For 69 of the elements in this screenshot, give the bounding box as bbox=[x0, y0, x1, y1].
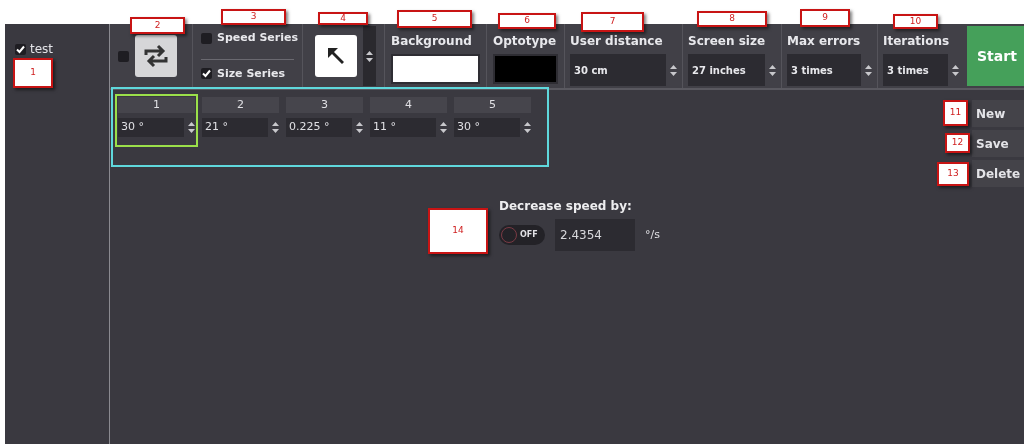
setting-label: User distance bbox=[570, 33, 664, 50]
angle-field[interactable]: 30 ° bbox=[118, 118, 184, 137]
checkbox[interactable] bbox=[118, 50, 129, 62]
series-label[interactable]: Speed Series bbox=[217, 30, 298, 47]
angle-field[interactable]: 11 ° bbox=[370, 118, 436, 137]
unit-label: °/s bbox=[645, 226, 660, 243]
action-button[interactable]: Save bbox=[972, 130, 1024, 157]
angle-field[interactable]: 30 ° bbox=[454, 118, 520, 137]
callout-label: 9 bbox=[800, 9, 850, 27]
column-header: 1 bbox=[118, 97, 195, 113]
spinner-arrows-icon[interactable] bbox=[524, 122, 531, 133]
callout-label: 11 bbox=[943, 100, 968, 126]
series-column[interactable]: 1 30 ° bbox=[115, 94, 198, 147]
callout-label: 4 bbox=[318, 12, 368, 25]
spinner-arrows-icon[interactable] bbox=[670, 64, 677, 76]
value-field[interactable]: 30 cm bbox=[570, 54, 666, 86]
spinner-arrows-icon[interactable] bbox=[366, 50, 373, 62]
callout-label: 12 bbox=[945, 133, 970, 153]
spinner-arrows-icon[interactable] bbox=[769, 64, 776, 76]
callout-label: 1 bbox=[13, 58, 53, 88]
checkbox[interactable] bbox=[201, 68, 212, 80]
angle-field[interactable]: 0.225 ° bbox=[286, 118, 352, 137]
setting-label: Max errors bbox=[787, 33, 862, 50]
repeat-icon bbox=[142, 43, 170, 69]
setting-label: Optotype bbox=[493, 33, 558, 50]
column-header: 4 bbox=[370, 97, 447, 113]
series-column[interactable]: 5 30 ° bbox=[451, 94, 534, 147]
callout-label: 2 bbox=[130, 17, 185, 34]
column-header: 5 bbox=[454, 97, 531, 113]
toggle-switch[interactable]: OFF bbox=[499, 225, 545, 245]
spinner-arrows-icon[interactable] bbox=[356, 122, 363, 133]
value-field[interactable]: 3 times bbox=[787, 54, 861, 86]
color-swatch[interactable] bbox=[493, 54, 558, 84]
spinner-arrows-icon[interactable] bbox=[272, 122, 279, 133]
column-header: 2 bbox=[202, 97, 279, 113]
callout-label: 7 bbox=[581, 12, 644, 32]
repeat-button[interactable] bbox=[135, 35, 177, 77]
setting-label: Background bbox=[391, 33, 473, 50]
checkbox[interactable] bbox=[201, 32, 212, 44]
checkbox[interactable] bbox=[15, 43, 26, 55]
spinner-arrows-icon[interactable] bbox=[865, 64, 872, 76]
series-column[interactable]: 3 0.225 ° bbox=[283, 94, 366, 147]
callout-label: 6 bbox=[498, 13, 556, 29]
series-column[interactable]: 2 21 ° bbox=[199, 94, 282, 147]
callout-label: 14 bbox=[428, 208, 488, 254]
callout-label: 3 bbox=[221, 9, 286, 25]
spinner-arrows-icon[interactable] bbox=[440, 122, 447, 133]
action-button[interactable]: Delete bbox=[972, 160, 1024, 187]
series-label[interactable]: Size Series bbox=[217, 65, 285, 82]
color-swatch[interactable] bbox=[391, 54, 480, 84]
speed-field[interactable]: 2.4354 bbox=[555, 219, 635, 251]
angle-field[interactable]: 21 ° bbox=[202, 118, 268, 137]
callout-label: 13 bbox=[937, 162, 969, 186]
setting-label: Iterations bbox=[883, 33, 951, 50]
setting-label: Screen size bbox=[688, 33, 767, 50]
callout-label: 8 bbox=[697, 11, 767, 27]
arrow-up-left-icon bbox=[325, 45, 347, 67]
spinner-arrows-icon[interactable] bbox=[188, 122, 195, 133]
value-field[interactable]: 27 inches bbox=[688, 54, 765, 86]
action-button[interactable]: New bbox=[972, 100, 1024, 127]
item-label[interactable]: test bbox=[30, 40, 54, 58]
value-field[interactable]: 3 times bbox=[883, 54, 948, 86]
decrease-speed-label: Decrease speed by: bbox=[499, 198, 633, 215]
direction-button[interactable] bbox=[315, 35, 357, 77]
column-header: 3 bbox=[286, 97, 363, 113]
spinner-arrows-icon[interactable] bbox=[952, 64, 959, 76]
callout-label: 10 bbox=[893, 14, 938, 29]
callout-label: 5 bbox=[397, 10, 472, 28]
series-column[interactable]: 4 11 ° bbox=[367, 94, 450, 147]
